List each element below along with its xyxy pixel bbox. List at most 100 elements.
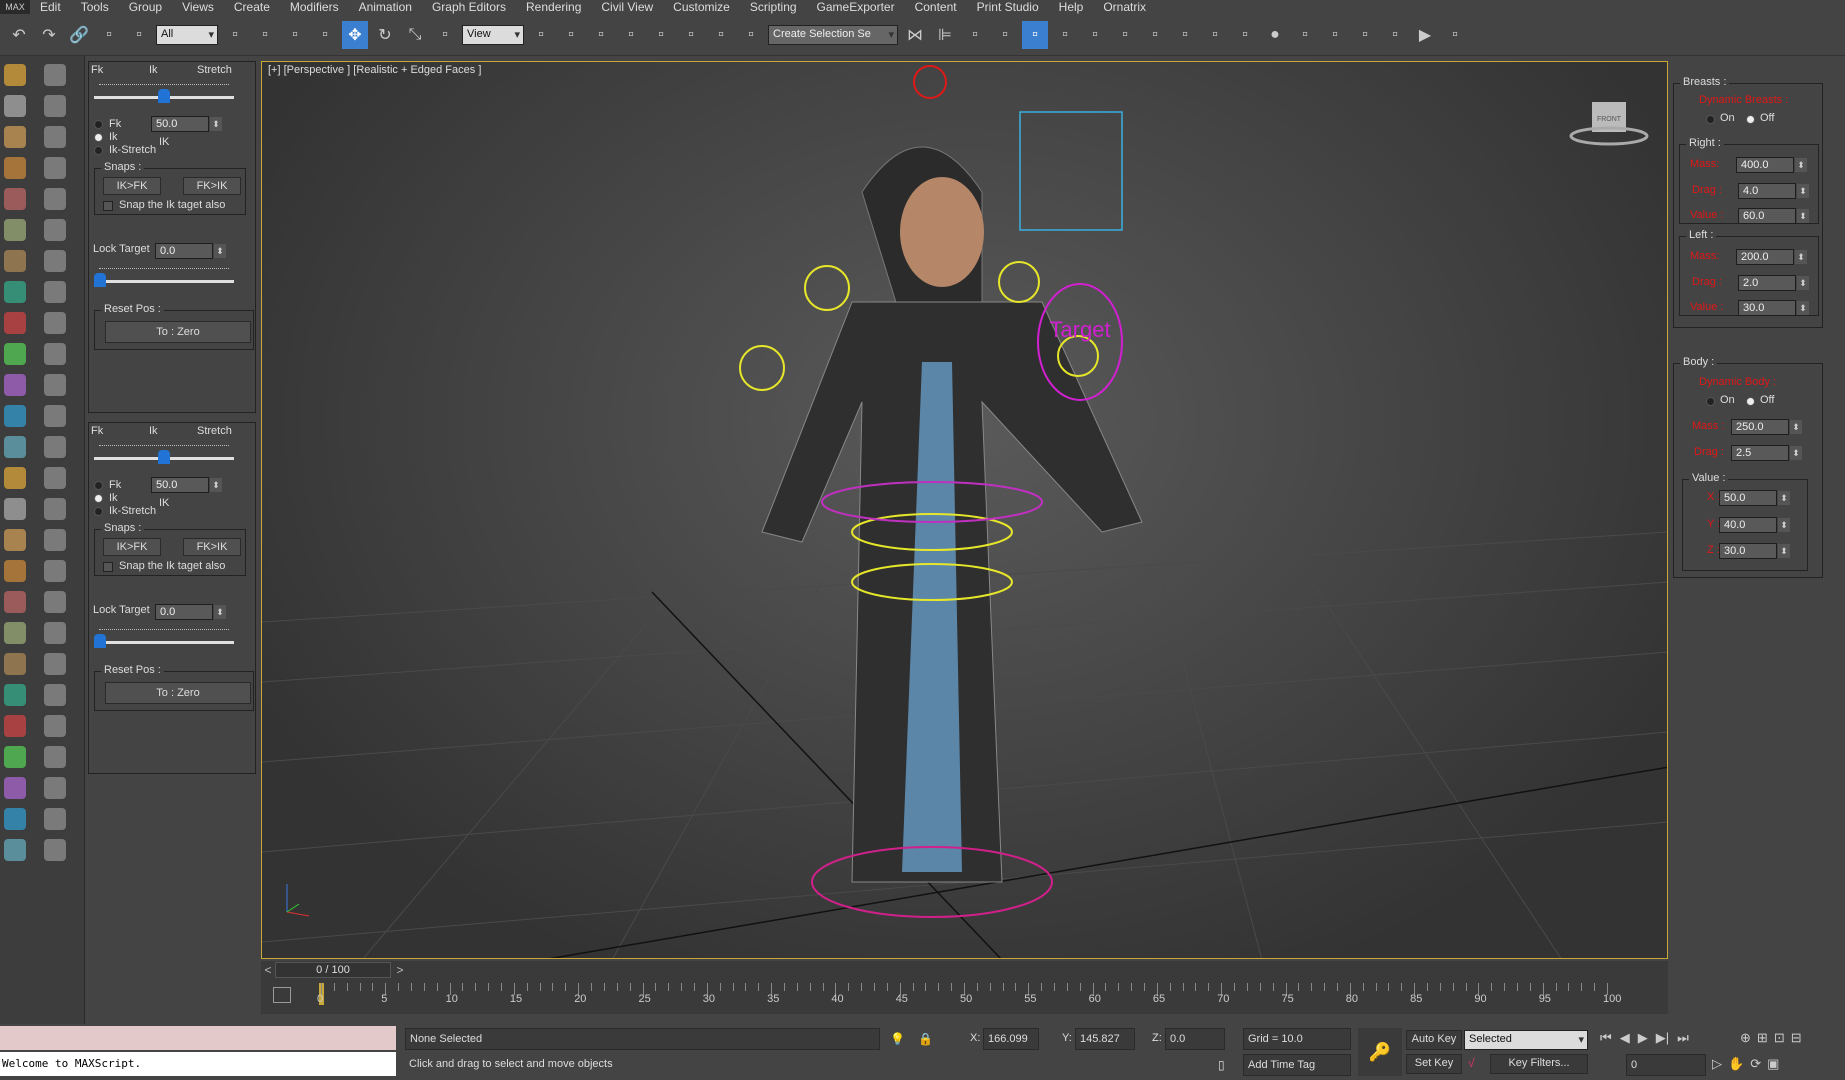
- left-tool-icon[interactable]: [4, 219, 26, 241]
- command-panel-icon[interactable]: [44, 715, 66, 737]
- align-icon[interactable]: ⊫: [932, 21, 958, 49]
- perspective-viewport[interactable]: [+] [Perspective ] [Realistic + Edged Fa…: [261, 61, 1668, 959]
- body-z-field[interactable]: 30.0: [1719, 543, 1790, 559]
- material-editor-icon[interactable]: ▫: [1112, 21, 1138, 49]
- menu-scripting[interactable]: Scripting: [740, 0, 807, 14]
- lock-target-slider[interactable]: [94, 280, 234, 283]
- edit-named-sel-icon[interactable]: ▫: [738, 21, 764, 49]
- current-frame-input[interactable]: 0: [1626, 1054, 1706, 1076]
- a360-icon[interactable]: ▫: [1232, 21, 1258, 49]
- command-panel-icon[interactable]: [44, 405, 66, 427]
- command-panel-icon[interactable]: [44, 498, 66, 520]
- lock-target-slider-thumb[interactable]: [94, 634, 106, 648]
- snap-ik-target-checkbox[interactable]: [103, 562, 113, 572]
- menu-ornatrix[interactable]: Ornatrix: [1093, 0, 1156, 14]
- snap-3d-icon[interactable]: ▫: [618, 21, 644, 49]
- ik-stretch-radio[interactable]: [94, 146, 103, 155]
- off-radio[interactable]: [1746, 397, 1755, 406]
- left-tool-icon[interactable]: [4, 405, 26, 427]
- left-value-field[interactable]: 30.0: [1738, 300, 1809, 316]
- rendered-frame-icon[interactable]: ▫: [1172, 21, 1198, 49]
- left-tool-icon[interactable]: [4, 529, 26, 551]
- render-icon[interactable]: ▫: [1202, 21, 1228, 49]
- command-panel-icon[interactable]: [44, 312, 66, 334]
- percent-snap-icon[interactable]: ▫: [678, 21, 704, 49]
- command-panel-icon[interactable]: [44, 343, 66, 365]
- zoom-all-icon[interactable]: ⊞: [1757, 1030, 1768, 1046]
- pan-icon[interactable]: ✋: [1728, 1056, 1744, 1072]
- render-setup-icon[interactable]: ▫: [1142, 21, 1168, 49]
- time-slider-thumb[interactable]: 0 / 100: [275, 962, 391, 978]
- key-filters-button[interactable]: Key Filters...: [1490, 1054, 1588, 1074]
- command-panel-icon[interactable]: [44, 839, 66, 861]
- maxscript-listener-input[interactable]: [0, 1026, 396, 1050]
- time-prev-button[interactable]: <: [261, 963, 275, 977]
- shirt-icon[interactable]: ▫: [1292, 21, 1318, 49]
- maxscript-output[interactable]: Welcome to MAXScript.: [0, 1052, 396, 1076]
- time-next-button[interactable]: >: [393, 963, 407, 977]
- curve-editor-icon[interactable]: ▫: [1052, 21, 1078, 49]
- reset-to-zero-button[interactable]: To : Zero: [105, 682, 251, 704]
- menu-help[interactable]: Help: [1049, 0, 1094, 14]
- command-panel-icon[interactable]: [44, 374, 66, 396]
- left-tool-icon[interactable]: [4, 622, 26, 644]
- command-panel-icon[interactable]: [44, 157, 66, 179]
- command-panel-icon[interactable]: [44, 436, 66, 458]
- x-coordinate[interactable]: 166.099: [983, 1028, 1039, 1050]
- y-coordinate[interactable]: 145.827: [1075, 1028, 1135, 1050]
- placement-icon[interactable]: ▫: [432, 21, 458, 49]
- right-drag-field[interactable]: 4.0: [1738, 183, 1809, 199]
- fk-radio[interactable]: [94, 120, 103, 129]
- lock-target-slider[interactable]: [94, 641, 234, 644]
- right-value-field[interactable]: 60.0: [1738, 208, 1809, 224]
- next-frame-icon[interactable]: ▶|: [1656, 1030, 1669, 1046]
- left-tool-icon[interactable]: [4, 591, 26, 613]
- ik-to-fk-button[interactable]: IK>FK: [103, 177, 161, 195]
- left-tool-icon[interactable]: [4, 157, 26, 179]
- left-tool-icon[interactable]: [4, 715, 26, 737]
- unlink-icon[interactable]: ▫: [96, 21, 122, 49]
- reset-to-zero-button[interactable]: To : Zero: [105, 321, 251, 343]
- left-tool-icon[interactable]: [4, 839, 26, 861]
- undo-icon[interactable]: ↶: [6, 21, 32, 49]
- rect-selection-icon[interactable]: ▫: [282, 21, 308, 49]
- ik-radio[interactable]: [94, 494, 103, 503]
- play-icon[interactable]: ▶: [1638, 1030, 1648, 1046]
- left-drag-field[interactable]: 2.0: [1738, 275, 1809, 291]
- next-key-icon[interactable]: ▫: [1442, 21, 1468, 49]
- add-time-tag[interactable]: Add Time Tag: [1243, 1054, 1351, 1076]
- command-panel-icon[interactable]: [44, 219, 66, 241]
- right-mass-field[interactable]: 400.0: [1736, 157, 1807, 173]
- layer-icon[interactable]: ▫: [992, 21, 1018, 49]
- command-panel-icon[interactable]: [44, 250, 66, 272]
- menu-group[interactable]: Group: [119, 0, 172, 14]
- move-icon[interactable]: ✥: [342, 20, 368, 49]
- command-panel-icon[interactable]: [44, 529, 66, 551]
- command-panel-icon[interactable]: [44, 808, 66, 830]
- on-radio[interactable]: [1706, 397, 1715, 406]
- left-tool-icon[interactable]: [4, 653, 26, 675]
- sparkle-icon[interactable]: ▫: [1352, 21, 1378, 49]
- scene-explorer-icon[interactable]: ▫: [1022, 20, 1048, 49]
- command-panel-icon[interactable]: [44, 467, 66, 489]
- command-panel-icon[interactable]: [44, 622, 66, 644]
- zoom-extents-all-icon[interactable]: ⊟: [1791, 1030, 1802, 1046]
- z-coordinate[interactable]: 0.0: [1165, 1028, 1225, 1050]
- left-tool-icon[interactable]: [4, 777, 26, 799]
- fk-to-ik-button[interactable]: FK>IK: [183, 538, 241, 556]
- command-panel-icon[interactable]: [44, 64, 66, 86]
- ik-fk-value-field[interactable]: 50.0: [151, 116, 222, 132]
- select-object-icon[interactable]: ▫: [222, 21, 248, 49]
- prev-frame-icon[interactable]: ◀: [1620, 1030, 1630, 1046]
- window-crossing-icon[interactable]: ▫: [312, 21, 338, 49]
- fov-icon[interactable]: ▷: [1712, 1056, 1722, 1072]
- auto-key-button[interactable]: Auto Key: [1406, 1030, 1462, 1050]
- left-tool-icon[interactable]: [4, 95, 26, 117]
- left-tool-icon[interactable]: [4, 808, 26, 830]
- track-bar[interactable]: 0 5 10 15 20 25 30 35 40 45 50 55 60 65 70 75 80 85 90 95 10…: [261, 979, 1668, 1014]
- menu-gameexporter[interactable]: GameExporter: [807, 0, 905, 14]
- set-key-mode-icon[interactable]: 🔑: [1358, 1028, 1402, 1076]
- command-panel-icon[interactable]: [44, 653, 66, 675]
- reference-coordinate-dropdown[interactable]: View: [462, 24, 524, 45]
- menu-modifiers[interactable]: Modifiers: [280, 0, 349, 14]
